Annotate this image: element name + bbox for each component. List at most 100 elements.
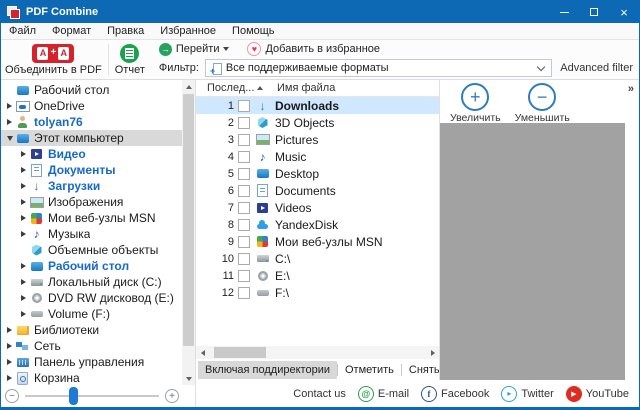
tree-item[interactable]: Объемные объекты xyxy=(1,242,182,258)
tree-item[interactable]: Панель управления xyxy=(1,354,182,370)
file-list-row[interactable]: 7Videos xyxy=(196,199,439,216)
tree-item[interactable]: Корзина xyxy=(1,370,182,385)
expander-right-icon[interactable] xyxy=(18,279,29,285)
tree-item[interactable]: Музыка xyxy=(1,226,182,242)
tree-item[interactable]: Volume (F:) xyxy=(1,306,182,322)
scroll-right-button[interactable] xyxy=(426,346,439,359)
combine-to-pdf-button[interactable]: A + A Объединить в PDF xyxy=(1,40,106,79)
row-checkbox[interactable] xyxy=(238,151,250,163)
scroll-down-button[interactable] xyxy=(182,372,195,385)
tree-item[interactable]: Локальный диск (C:) xyxy=(1,274,182,290)
file-list-row[interactable]: 10C:\ xyxy=(196,250,439,267)
file-list-row[interactable]: 4Music xyxy=(196,148,439,165)
file-list-row[interactable]: 1Downloads xyxy=(196,97,439,114)
row-checkbox[interactable] xyxy=(238,100,250,112)
tree-item[interactable]: Изображения xyxy=(1,194,182,210)
expander-right-icon[interactable] xyxy=(4,119,15,125)
zoom-in-button[interactable]: + Увеличить xyxy=(450,83,501,124)
menu-item[interactable]: Файл xyxy=(1,23,44,39)
expander-right-icon[interactable] xyxy=(18,199,29,205)
scrollbar-thumb[interactable] xyxy=(183,94,194,346)
tree-item[interactable]: Этот компьютер xyxy=(1,130,182,146)
file-list-row[interactable]: 11E:\ xyxy=(196,267,439,284)
row-checkbox[interactable] xyxy=(238,236,250,248)
tree-item[interactable]: Библиотеки xyxy=(1,322,182,338)
goto-dropdown-caret-icon[interactable] xyxy=(223,47,229,51)
file-list-row[interactable]: 9Мои веб-узлы MSN xyxy=(196,233,439,250)
column-header-order[interactable]: Послед... xyxy=(207,82,263,94)
expander-right-icon[interactable] xyxy=(18,215,29,221)
expander-right-icon[interactable] xyxy=(4,343,15,349)
contact-link[interactable]: ▶YouTube xyxy=(566,386,629,402)
row-checkbox[interactable] xyxy=(238,117,250,129)
row-checkbox[interactable] xyxy=(238,134,250,146)
row-checkbox[interactable] xyxy=(238,219,250,231)
minimize-button[interactable] xyxy=(549,1,579,23)
tab[interactable]: Включая поддиректории xyxy=(198,361,337,379)
tree-item[interactable]: Мои веб-узлы MSN xyxy=(1,210,182,226)
tree-item[interactable]: Сеть xyxy=(1,338,182,354)
zoom-slider-handle[interactable] xyxy=(69,387,78,405)
file-list-row[interactable]: 8YandexDisk xyxy=(196,216,439,233)
contact-link[interactable]: ▸Twitter xyxy=(501,386,553,402)
row-checkbox[interactable] xyxy=(238,185,250,197)
expander-right-icon[interactable] xyxy=(18,167,29,173)
row-checkbox[interactable] xyxy=(238,287,250,299)
menu-item[interactable]: Формат xyxy=(44,23,99,39)
expander-right-icon[interactable] xyxy=(18,183,29,189)
column-header-filename[interactable]: Имя файла xyxy=(277,82,335,94)
close-button[interactable]: × xyxy=(609,1,639,23)
file-list-row[interactable]: 6Documents xyxy=(196,182,439,199)
toolbar-overflow-button[interactable]: » xyxy=(628,83,634,95)
menu-item[interactable]: Правка xyxy=(99,23,152,39)
tree-item[interactable]: tolyan76 xyxy=(1,114,182,130)
expander-right-icon[interactable] xyxy=(18,231,29,237)
report-button[interactable]: Отчет xyxy=(111,40,149,79)
menu-item[interactable]: Избранное xyxy=(152,23,224,39)
hscrollbar-thumb[interactable] xyxy=(214,347,266,358)
file-list-row[interactable]: 5Desktop xyxy=(196,165,439,182)
maximize-icon xyxy=(590,8,598,16)
zoom-slider-track[interactable] xyxy=(25,395,159,397)
file-list-row[interactable]: 12F:\ xyxy=(196,284,439,301)
contact-link[interactable]: fFacebook xyxy=(421,386,489,402)
expander-right-icon[interactable] xyxy=(18,263,29,269)
row-checkbox[interactable] xyxy=(238,168,250,180)
tree-item[interactable]: OneDrive xyxy=(1,98,182,114)
tree-item[interactable]: Видео xyxy=(1,146,182,162)
contact-link[interactable]: @E-mail xyxy=(358,386,409,402)
row-checkbox[interactable] xyxy=(238,270,250,282)
tree-scrollbar[interactable] xyxy=(182,80,195,385)
advanced-filter-link[interactable]: Advanced filter xyxy=(560,62,633,74)
scroll-left-button[interactable] xyxy=(196,346,209,359)
menu-item[interactable]: Помощь xyxy=(224,23,283,39)
tab[interactable]: Снять xyxy=(402,361,439,379)
tree-item[interactable]: Рабочий стол xyxy=(1,82,182,98)
scroll-up-button[interactable] xyxy=(182,80,195,93)
add-favorite-button[interactable]: Добавить в избранное xyxy=(265,43,380,55)
zoom-out-button[interactable]: − Уменьшить xyxy=(515,83,570,124)
expander-right-icon[interactable] xyxy=(18,295,29,301)
file-list-row[interactable]: 3Pictures xyxy=(196,131,439,148)
tree-item[interactable]: Документы xyxy=(1,162,182,178)
row-checkbox[interactable] xyxy=(238,253,250,265)
expander-right-icon[interactable] xyxy=(4,359,15,365)
tree-item[interactable]: Загрузки xyxy=(1,178,182,194)
zoom-out-slider-button[interactable]: − xyxy=(5,389,19,403)
goto-button[interactable]: Перейти xyxy=(176,43,220,55)
expander-right-icon[interactable] xyxy=(18,151,29,157)
tree-item[interactable]: Рабочий стол xyxy=(1,258,182,274)
expander-right-icon[interactable] xyxy=(18,311,29,317)
expander-right-icon[interactable] xyxy=(4,375,15,381)
tab[interactable]: Отметить xyxy=(338,361,401,379)
horizontal-scrollbar[interactable] xyxy=(196,346,439,359)
row-checkbox[interactable] xyxy=(238,202,250,214)
expander-right-icon[interactable] xyxy=(4,327,15,333)
zoom-in-slider-button[interactable]: + xyxy=(165,389,179,403)
expander-down-icon[interactable] xyxy=(4,136,15,141)
file-list-row[interactable]: 23D Objects xyxy=(196,114,439,131)
filter-dropdown[interactable]: Все поддерживаемые форматы xyxy=(205,59,552,77)
expander-right-icon[interactable] xyxy=(4,103,15,109)
tree-item[interactable]: DVD RW дисковод (E:) xyxy=(1,290,182,306)
maximize-button[interactable] xyxy=(579,1,609,23)
